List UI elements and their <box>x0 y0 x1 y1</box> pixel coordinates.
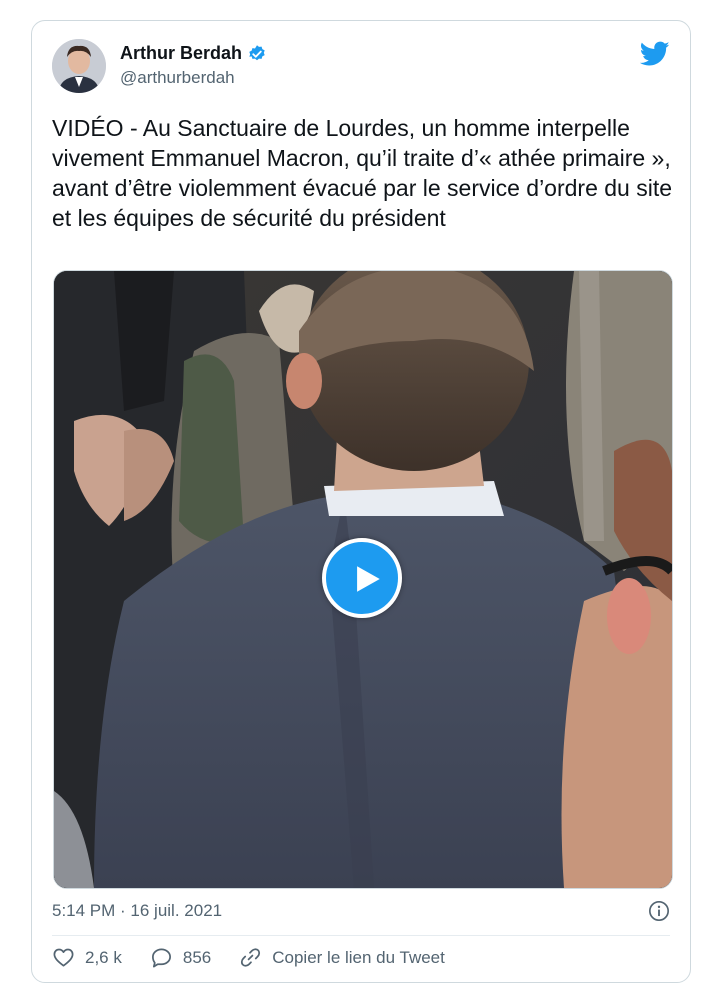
play-button[interactable] <box>322 538 402 618</box>
author-handle[interactable]: @arthurberdah <box>120 68 235 88</box>
avatar-image <box>52 39 106 93</box>
reply-count: 856 <box>182 947 212 967</box>
tweet-timestamp[interactable]: 5:14 PM · 16 juil. 2021 <box>52 901 222 921</box>
copy-link-button[interactable]: Copier le lien du Tweet <box>239 946 445 969</box>
tweet-actions: 2,6 k 856 Copier le lien du Tweet <box>52 946 473 969</box>
twitter-bird-icon[interactable] <box>640 41 670 67</box>
reply-bubble-icon <box>151 948 171 968</box>
play-icon <box>357 566 380 592</box>
author-display-name[interactable]: Arthur Berdah <box>120 43 242 64</box>
tweet-card: Arthur Berdah @arthurberdah VIDÉO - Au S… <box>31 20 691 983</box>
tweet-text: VIDÉO - Au Sanctuaire de Lourdes, un hom… <box>52 115 673 231</box>
reply-button[interactable]: 856 <box>150 946 211 969</box>
tweet-video[interactable] <box>53 270 673 889</box>
verified-badge-icon <box>247 44 267 64</box>
like-button[interactable]: 2,6 k <box>52 946 122 969</box>
info-icon[interactable] <box>648 900 670 922</box>
avatar[interactable] <box>52 39 106 93</box>
divider <box>52 935 670 936</box>
author-name-row: Arthur Berdah <box>120 43 267 64</box>
link-icon <box>241 948 261 967</box>
heart-icon <box>53 948 74 967</box>
copy-link-label: Copier le lien du Tweet <box>272 947 445 967</box>
like-count: 2,6 k <box>85 947 122 967</box>
